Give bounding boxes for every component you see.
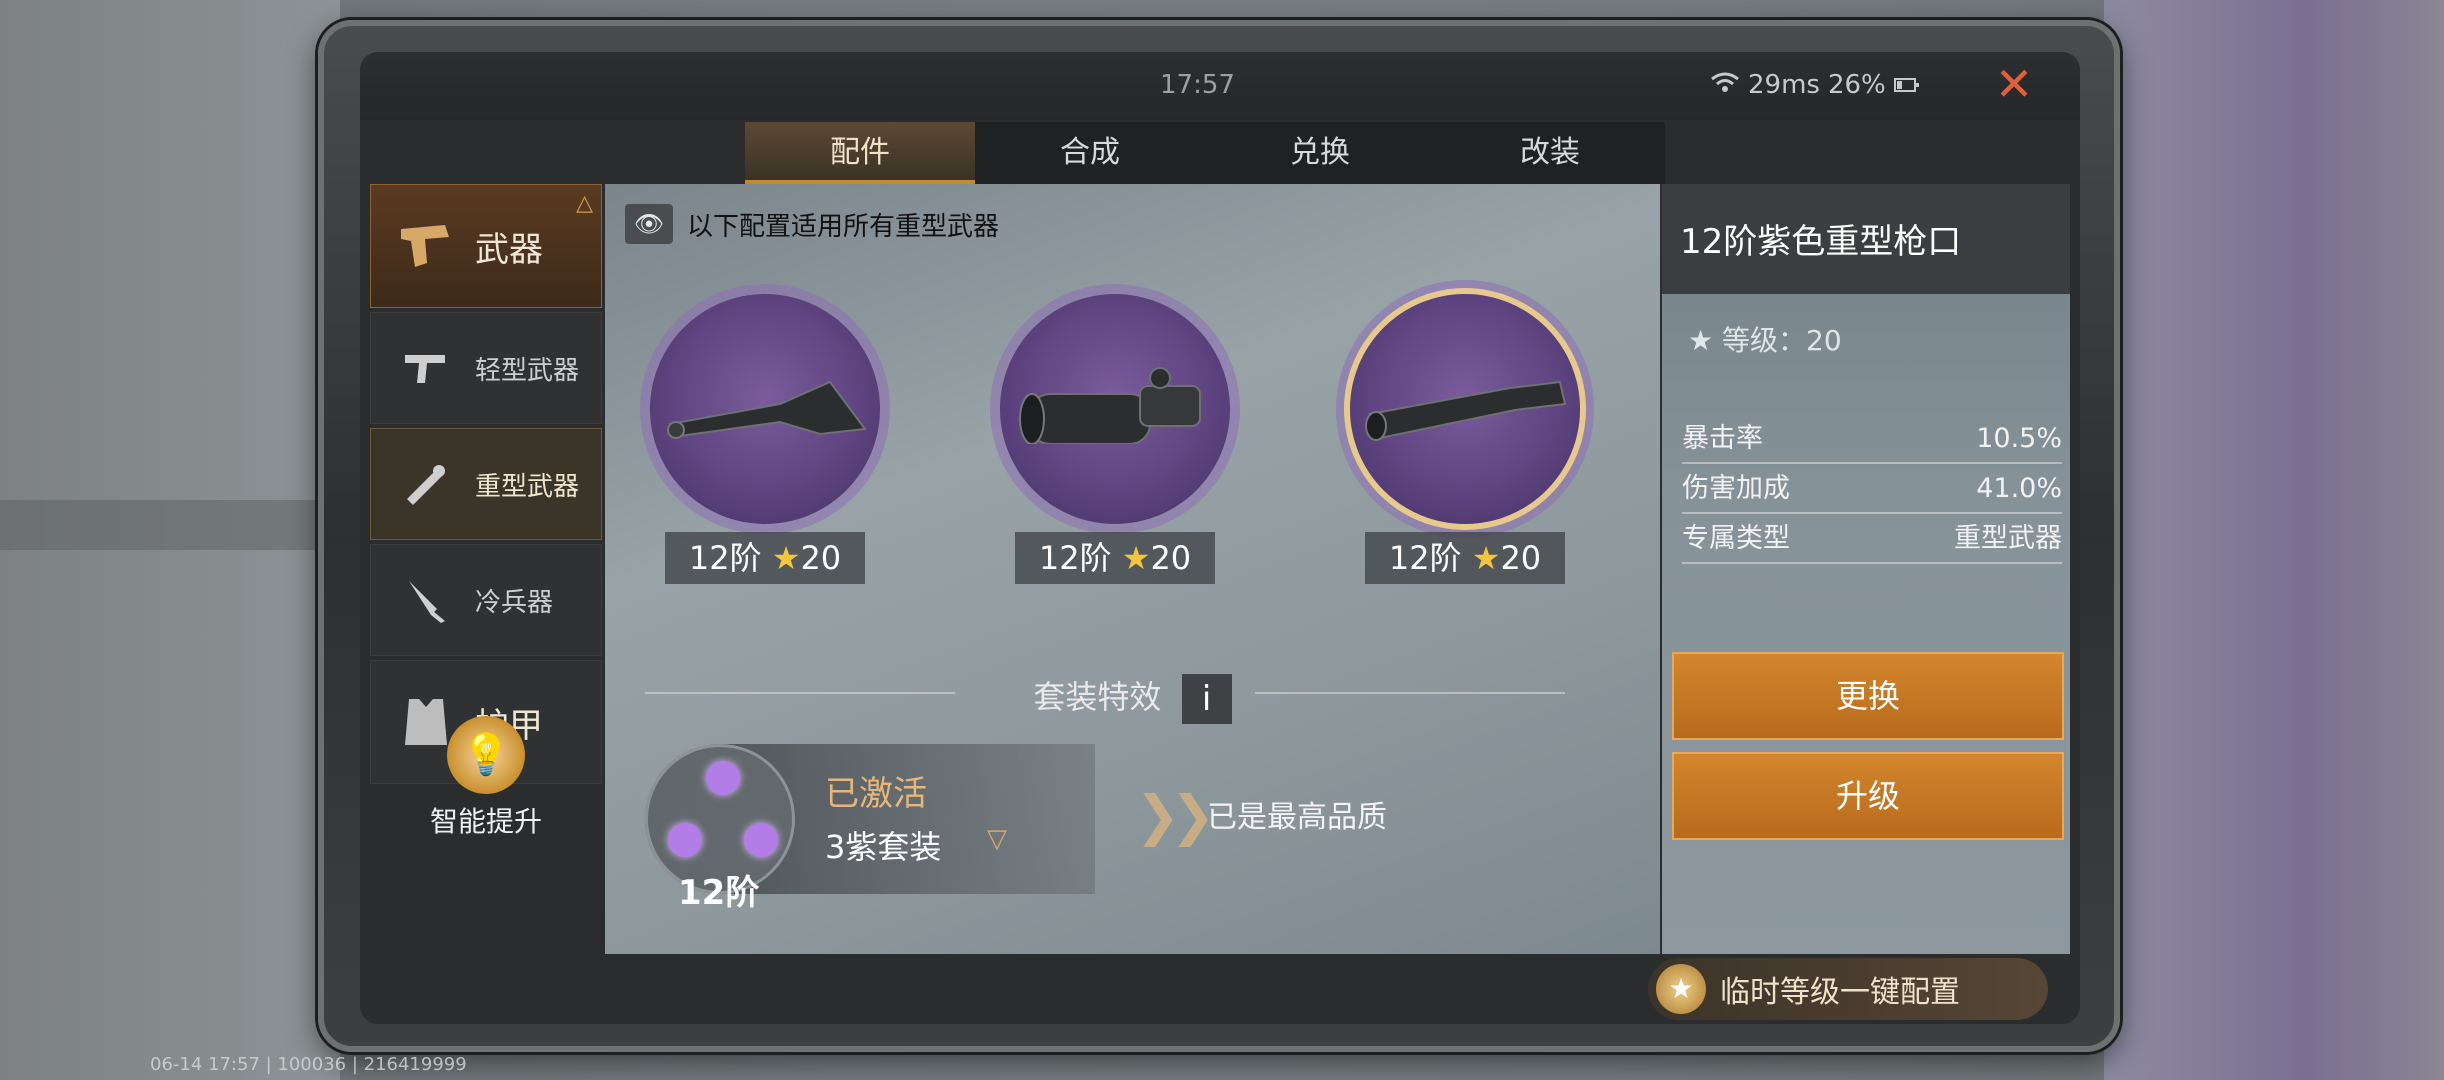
star-icon: ★: [1471, 539, 1501, 577]
set-bonus-card[interactable]: 12阶 已激活 3紫套装 ▽: [645, 744, 1095, 913]
set-dot: [744, 823, 778, 857]
status-bar: 17:57 29ms 26% ✕: [360, 52, 2080, 120]
collapse-triangle-icon[interactable]: △: [576, 191, 593, 216]
part-label: 12阶 ★20: [665, 532, 865, 584]
set-dot: [706, 761, 740, 795]
part-label: 12阶 ★20: [1365, 532, 1565, 584]
part-tier: 12阶: [688, 539, 762, 577]
battery-value: 26%: [1827, 70, 1886, 100]
ping-value: 29ms: [1748, 70, 1820, 100]
knife-icon: [395, 569, 457, 631]
background-right: [2104, 0, 2444, 1080]
tab-modify[interactable]: 改装: [1435, 122, 1665, 184]
sidebar-item-weapons[interactable]: 武器 △: [370, 184, 602, 308]
stat-value: 41.0%: [1976, 473, 2062, 504]
scope-icon: [1019, 367, 1201, 444]
smg-icon: [395, 337, 457, 399]
max-quality-text: 已是最高品质: [1207, 800, 1387, 835]
upgrade-button[interactable]: 升级: [1672, 752, 2064, 840]
wifi-icon: [1710, 70, 1740, 100]
parts-panel: 👁 以下配置适用所有重型武器 12阶 ★20 12阶 ★20 12阶 ★20 套…: [605, 184, 1660, 954]
set-name: 3紫套装: [825, 828, 942, 866]
stat-list: 暴击率 10.5% 伤害加成 41.0% 专属类型 重型武器: [1682, 414, 2062, 564]
stock-icon: [667, 380, 867, 439]
detail-level: ★ 等级：20: [1688, 319, 1842, 359]
part-stars: 20: [1150, 539, 1192, 577]
background-stripe: [0, 500, 320, 550]
footer-info: 06-14 17:57 | 100036 | 216419999: [150, 1054, 467, 1075]
part-stars: 20: [1500, 539, 1542, 577]
part-slot-stock[interactable]: 12阶 ★20: [640, 294, 890, 584]
set-activated: 已激活: [825, 774, 927, 814]
muzzle-icon: [1365, 380, 1567, 441]
pistol-icon: [395, 215, 457, 277]
tab-synthesize[interactable]: 合成: [975, 122, 1205, 184]
stat-row: 专属类型 重型武器: [1682, 514, 2062, 564]
detail-title: 12阶紫色重型枪口: [1662, 184, 2070, 294]
part-stars: 20: [800, 539, 842, 577]
stat-label: 伤害加成: [1682, 473, 1790, 504]
category-sidebar: 武器 △ 轻型武器 重型武器 冷兵器 护甲: [370, 184, 602, 788]
sidebar-item-melee[interactable]: 冷兵器: [370, 544, 602, 656]
tab-parts[interactable]: 配件: [745, 122, 975, 184]
tab-exchange[interactable]: 兑换: [1205, 122, 1435, 184]
smart-upgrade-label: 智能提升: [429, 805, 542, 838]
set-emblem: 12阶: [645, 744, 795, 913]
set-level: 12阶: [678, 873, 760, 913]
sidebar-item-light-weapons[interactable]: 轻型武器: [370, 312, 602, 424]
star-icon: ★: [1688, 324, 1714, 357]
stat-label: 专属类型: [1682, 523, 1790, 554]
sidebar-item-label: 冷兵器: [475, 587, 554, 618]
battery-icon: [1893, 70, 1920, 100]
lightbulb-icon: 💡: [447, 716, 525, 794]
detail-level-text: 等级：20: [1722, 324, 1842, 357]
chevron-down-icon[interactable]: ▽: [987, 824, 1007, 854]
sidebar-item-label: 武器: [475, 229, 543, 270]
star-icon: ★: [771, 539, 801, 577]
part-slot-scope[interactable]: 12阶 ★20: [990, 294, 1240, 584]
temp-level-config-button[interactable]: ★ 临时等级一键配置: [1648, 958, 2048, 1020]
part-tier: 12阶: [1038, 539, 1112, 577]
smart-upgrade-button[interactable]: 💡 智能提升: [370, 702, 602, 852]
network-status: 29ms 26%: [1710, 70, 1920, 100]
close-icon[interactable]: ✕: [1990, 61, 2038, 110]
part-label: 12阶 ★20: [1015, 532, 1215, 584]
swap-button[interactable]: 更换: [1672, 652, 2064, 740]
stat-label: 暴击率: [1682, 423, 1763, 454]
star-icon: ★: [1121, 539, 1151, 577]
set-effect-title: 套装特效: [1033, 678, 1162, 716]
medal-star-icon: ★: [1656, 964, 1706, 1014]
part-slot-muzzle[interactable]: 12阶 ★20: [1340, 294, 1590, 584]
game-screen: 17:57 29ms 26% ✕ 配件 合成 兑换 改装 武器 △ 轻型武器 重…: [360, 52, 2080, 1024]
config-notice: 👁 以下配置适用所有重型武器: [625, 204, 999, 244]
notice-text: 以下配置适用所有重型武器: [687, 211, 1000, 242]
clock: 17:57: [1160, 70, 1235, 100]
set-effect-header: 套装特效 i: [605, 672, 1660, 724]
sidebar-item-label: 轻型武器: [475, 355, 580, 386]
tab-bar: 配件 合成 兑换 改装: [745, 122, 1665, 184]
stat-row: 伤害加成 41.0%: [1682, 464, 2062, 514]
set-dot: [668, 823, 702, 857]
eye-icon[interactable]: 👁: [625, 204, 673, 244]
part-tier: 12阶: [1388, 539, 1462, 577]
sidebar-item-label: 重型武器: [475, 471, 580, 502]
temp-config-label: 临时等级一键配置: [1720, 975, 1960, 1010]
stat-row: 暴击率 10.5%: [1682, 414, 2062, 464]
double-chevron-icon: ❯❯: [1135, 784, 1215, 847]
launcher-icon: [395, 453, 457, 515]
stat-value: 10.5%: [1976, 423, 2062, 454]
stat-value: 重型武器: [1954, 523, 2062, 554]
sidebar-item-heavy-weapons[interactable]: 重型武器: [370, 428, 602, 540]
info-icon[interactable]: i: [1181, 674, 1232, 724]
